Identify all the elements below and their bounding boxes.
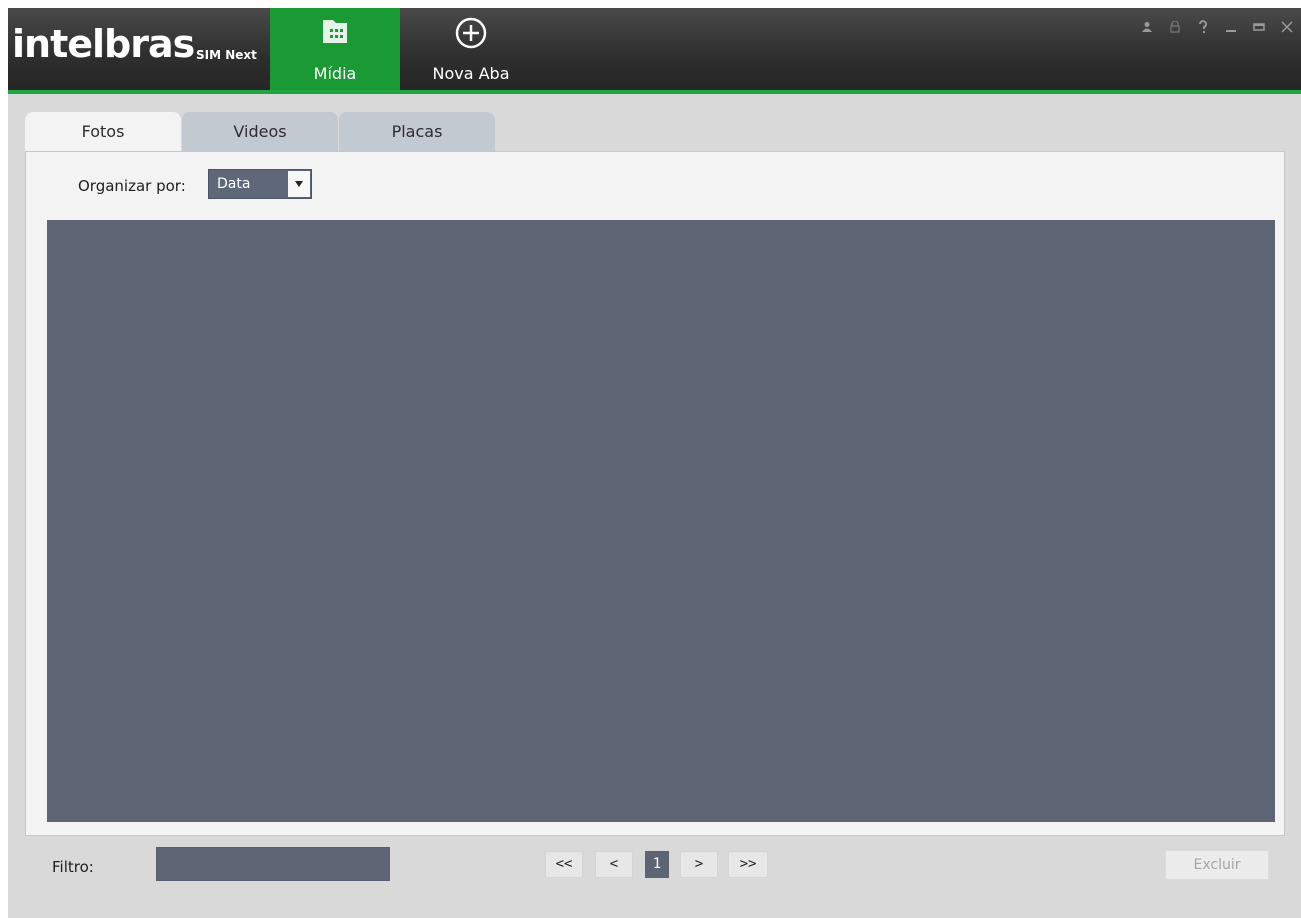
filter-input[interactable]: [156, 847, 390, 881]
next-page-button[interactable]: >: [680, 851, 718, 878]
lock-icon[interactable]: [1161, 16, 1189, 38]
app-window: intelbras SIM Next Mídia Nova Aba Fotos …: [8, 8, 1301, 918]
tab-fotos[interactable]: Fotos: [25, 112, 181, 152]
main-tab-label: Nova Aba: [432, 64, 510, 83]
title-bar: intelbras SIM Next Mídia Nova Aba: [8, 8, 1301, 94]
window-controls: [1133, 16, 1301, 38]
main-tab-label: Mídia: [313, 64, 357, 83]
help-icon[interactable]: [1189, 16, 1217, 38]
brand-logo: intelbras: [12, 22, 195, 66]
maximize-icon[interactable]: [1245, 16, 1273, 38]
user-icon[interactable]: [1133, 16, 1161, 38]
product-name: SIM Next: [196, 48, 257, 62]
main-tab-midia[interactable]: Mídia: [270, 8, 400, 90]
delete-button[interactable]: Excluir: [1165, 850, 1269, 880]
tab-placas[interactable]: Placas: [339, 112, 495, 152]
organize-selected-value: Data: [217, 176, 251, 192]
filter-label: Filtro:: [52, 858, 94, 876]
close-icon[interactable]: [1273, 16, 1301, 38]
current-page-indicator[interactable]: 1: [645, 851, 669, 878]
media-gallery-area[interactable]: [47, 220, 1275, 822]
organize-select[interactable]: Data: [208, 169, 312, 199]
minimize-icon[interactable]: [1217, 16, 1245, 38]
plus-circle-icon: [454, 16, 488, 54]
tab-videos[interactable]: Videos: [182, 112, 338, 152]
main-tab-nova-aba[interactable]: Nova Aba: [406, 8, 536, 90]
prev-page-button[interactable]: <: [595, 851, 633, 878]
media-folder-icon: [320, 16, 350, 50]
content-panel: Organizar por: Data: [25, 151, 1285, 836]
dropdown-arrow-icon[interactable]: [288, 171, 310, 197]
last-page-button[interactable]: >>: [728, 851, 768, 878]
first-page-button[interactable]: <<: [545, 851, 583, 878]
organize-label: Organizar por:: [78, 177, 186, 195]
